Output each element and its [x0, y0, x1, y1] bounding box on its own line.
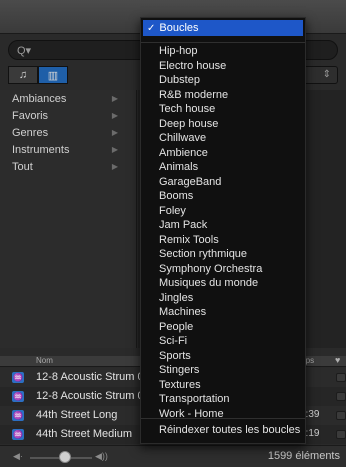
- menu-item[interactable]: Symphony Orchestra: [141, 262, 305, 277]
- menu-item[interactable]: Stingers: [141, 363, 305, 378]
- menu-item[interactable]: R&B moderne: [141, 88, 305, 103]
- menu-item[interactable]: Deep house: [141, 117, 305, 132]
- loop-icon: ♒: [12, 410, 24, 421]
- disclosure-arrow-icon: ▶: [111, 94, 118, 103]
- menu-item[interactable]: Machines: [141, 305, 305, 320]
- menu-items: Hip-hop Electro house Dubstep R&B modern…: [141, 44, 305, 421]
- menu-item[interactable]: Hip-hop: [141, 44, 305, 59]
- sidebar-item-favoris[interactable]: Favoris ▶: [0, 107, 136, 124]
- row-name: 12-8 Acoustic Strum 0: [36, 390, 144, 402]
- disclosure-arrow-icon: ▶: [111, 128, 118, 137]
- sidebar-item-tout[interactable]: Tout ▶: [0, 158, 136, 175]
- music-note-icon[interactable]: ♫: [8, 66, 38, 84]
- sidebar-item-label: Tout: [12, 160, 33, 173]
- menu-item[interactable]: Chillwave: [141, 131, 305, 146]
- menu-item[interactable]: Ambience: [141, 146, 305, 161]
- menu-item[interactable]: Jam Pack: [141, 218, 305, 233]
- menu-item-reindex[interactable]: Réindexer toutes les boucles: [141, 422, 305, 438]
- item-count: 1599 éléments: [267, 450, 340, 462]
- column-header-name[interactable]: Nom: [36, 356, 53, 365]
- view-mode-toggle[interactable]: ♫ ▥: [8, 66, 68, 84]
- menu-item[interactable]: Sports: [141, 349, 305, 364]
- sidebar-item-label: Genres: [12, 126, 49, 139]
- loop-icon: ♒: [12, 372, 24, 383]
- menu-item-selected[interactable]: ✓ Boucles: [143, 20, 303, 36]
- volume-low-icon: ◀·: [13, 451, 23, 461]
- favorite-checkbox[interactable]: [336, 430, 346, 439]
- disclosure-arrow-icon: ▶: [111, 145, 118, 154]
- menu-item[interactable]: Electro house: [141, 59, 305, 74]
- loop-icon: ♒: [12, 429, 24, 440]
- row-name: 12-8 Acoustic Strum 0: [36, 371, 144, 383]
- disclosure-arrow-icon: ▶: [111, 111, 118, 120]
- favorite-checkbox[interactable]: [336, 373, 346, 382]
- chevron-updown-icon: ⇕: [322, 69, 331, 80]
- status-bar: ◀· ◀)) 1599 éléments: [0, 445, 346, 467]
- category-dropdown-menu[interactable]: ✓ Boucles Hip-hop Electro house Dubstep …: [140, 17, 306, 444]
- menu-item[interactable]: Textures: [141, 378, 305, 393]
- menu-item[interactable]: GarageBand: [141, 175, 305, 190]
- sidebar-item-ambiances[interactable]: Ambiances ▶: [0, 90, 136, 107]
- sidebar-item-label: Ambiances: [12, 92, 67, 105]
- row-name: 44th Street Medium: [36, 428, 132, 440]
- menu-item-label: Boucles: [159, 22, 199, 34]
- sidebar-item-genres[interactable]: Genres ▶: [0, 124, 136, 141]
- menu-item[interactable]: Transportation: [141, 392, 305, 407]
- sidebar-item-label: Favoris: [12, 109, 49, 122]
- menu-item[interactable]: Tech house: [141, 102, 305, 117]
- sidebar-item-instruments[interactable]: Instruments ▶: [0, 141, 136, 158]
- menu-item[interactable]: People: [141, 320, 305, 335]
- disclosure-arrow-icon: ▶: [111, 162, 118, 171]
- volume-high-icon: ◀)): [95, 451, 108, 461]
- menu-item[interactable]: Dubstep: [141, 73, 305, 88]
- search-icon[interactable]: Q▾: [17, 44, 31, 57]
- menu-item[interactable]: Section rythmique: [141, 247, 305, 262]
- row-name: 44th Street Long: [36, 409, 118, 421]
- favorite-checkbox[interactable]: [336, 411, 346, 420]
- menu-item[interactable]: Remix Tools: [141, 233, 305, 248]
- checkmark-icon: ✓: [147, 22, 156, 34]
- menu-item[interactable]: Jingles: [141, 291, 305, 306]
- menu-item[interactable]: Musiques du monde: [141, 276, 305, 291]
- menu-item[interactable]: Animals: [141, 160, 305, 175]
- volume-slider-knob[interactable]: [59, 451, 71, 463]
- menu-item[interactable]: Sci-Fi: [141, 334, 305, 349]
- menu-separator: [141, 418, 305, 419]
- menu-separator: [141, 42, 305, 43]
- menu-item[interactable]: Foley: [141, 204, 305, 219]
- loop-icon: ♒: [12, 391, 24, 402]
- columns-icon[interactable]: ▥: [38, 66, 68, 84]
- browser-sidebar: Ambiances ▶ Favoris ▶ Genres ▶ Instrumen…: [0, 90, 137, 348]
- sidebar-item-label: Instruments: [12, 143, 70, 156]
- heart-icon[interactable]: ♥: [335, 355, 340, 365]
- favorite-checkbox[interactable]: [336, 392, 346, 401]
- menu-item[interactable]: Booms: [141, 189, 305, 204]
